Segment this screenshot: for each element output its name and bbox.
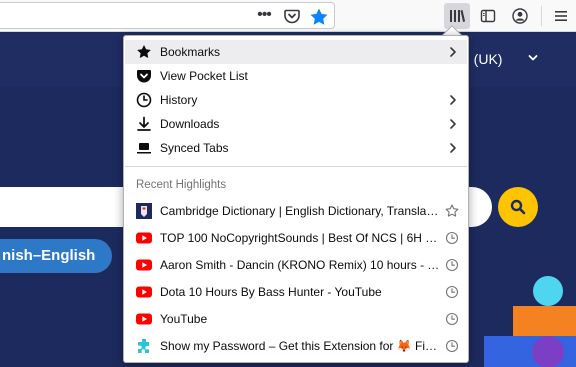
youtube-favicon-icon bbox=[136, 284, 152, 300]
clock-icon bbox=[445, 258, 459, 272]
clock-icon bbox=[445, 231, 459, 245]
highlight-item[interactable]: Aaron Smith - Dancin (KRONO Remix) 10 ho… bbox=[125, 252, 467, 277]
library-icon bbox=[449, 8, 465, 24]
clock-icon bbox=[445, 312, 459, 326]
chevron-down-icon[interactable] bbox=[528, 53, 538, 63]
pocket-icon[interactable] bbox=[284, 8, 300, 24]
menu-item-label: View Pocket List bbox=[160, 69, 248, 83]
toolbar-separator bbox=[541, 6, 542, 26]
hamburger-menu-icon bbox=[553, 8, 569, 24]
chevron-right-icon bbox=[448, 117, 458, 131]
highlight-title: Dota 10 Hours By Bass Hunter - YouTube bbox=[160, 285, 382, 299]
highlight-title: Cambridge Dictionary | English Dictionar… bbox=[160, 204, 440, 218]
recent-highlights-header: Recent Highlights bbox=[136, 179, 227, 191]
library-panel: Bookmarks View Pocket List History Downl… bbox=[123, 35, 469, 363]
menu-item-history[interactable]: History bbox=[125, 88, 467, 112]
account-icon bbox=[512, 8, 528, 24]
panel-separator bbox=[125, 166, 467, 167]
youtube-favicon-icon bbox=[136, 230, 152, 246]
main-menu-button[interactable] bbox=[548, 3, 574, 29]
highlight-item[interactable]: Cambridge Dictionary | English Dictionar… bbox=[125, 198, 467, 223]
ellipsis-icon[interactable]: ••• bbox=[255, 7, 273, 25]
menu-item-label: Downloads bbox=[160, 117, 220, 131]
highlight-title: Aaron Smith - Dancin (KRONO Remix) 10 ho… bbox=[160, 258, 440, 272]
highlight-title: YouTube bbox=[160, 312, 208, 326]
star-outline-icon bbox=[445, 204, 459, 218]
chevron-right-icon bbox=[448, 93, 458, 107]
decorative-circle bbox=[532, 336, 564, 367]
star-icon bbox=[135, 43, 153, 61]
menu-item-bookmarks[interactable]: Bookmarks bbox=[125, 40, 467, 64]
decorative-circle bbox=[533, 276, 563, 306]
menu-item-downloads[interactable]: Downloads bbox=[125, 112, 467, 136]
menu-item-label: History bbox=[160, 93, 198, 107]
chevron-right-icon bbox=[448, 141, 458, 155]
menu-item-label: Bookmarks bbox=[160, 45, 221, 59]
menu-item-pocket-list[interactable]: View Pocket List bbox=[125, 64, 467, 88]
account-button[interactable] bbox=[507, 3, 533, 29]
decorative-block bbox=[513, 306, 576, 338]
menu-item-synced-tabs[interactable]: Synced Tabs bbox=[125, 136, 467, 160]
sidebar-icon bbox=[480, 8, 496, 24]
library-button[interactable] bbox=[444, 3, 470, 29]
clock-icon bbox=[445, 339, 459, 353]
highlight-item[interactable]: TOP 100 NoCopyrightSounds | Best Of NCS … bbox=[125, 225, 467, 250]
search-button[interactable] bbox=[498, 187, 538, 227]
youtube-favicon-icon bbox=[136, 257, 152, 273]
search-icon bbox=[510, 199, 526, 215]
highlight-item[interactable]: Dota 10 Hours By Bass Hunter - YouTube bbox=[125, 279, 467, 304]
star-filled-icon[interactable] bbox=[309, 7, 329, 27]
clock-icon bbox=[445, 285, 459, 299]
dictionary-selector-pill[interactable]: nish–English bbox=[0, 239, 112, 273]
youtube-favicon-icon bbox=[136, 311, 152, 327]
browser-toolbar: ••• bbox=[0, 0, 576, 32]
cambridge-favicon-icon bbox=[136, 203, 152, 219]
clock-icon bbox=[135, 91, 153, 109]
highlight-item[interactable]: Show my Password – Get this Extension fo… bbox=[125, 333, 467, 358]
highlight-title: TOP 100 NoCopyrightSounds | Best Of NCS … bbox=[160, 231, 440, 245]
puzzle-extension-icon bbox=[136, 338, 152, 354]
synced-tabs-icon bbox=[135, 139, 153, 157]
download-arrow-icon bbox=[135, 115, 153, 133]
highlight-title: Show my Password – Get this Extension fo… bbox=[160, 339, 440, 353]
menu-item-label: Synced Tabs bbox=[160, 141, 229, 155]
chevron-right-icon bbox=[448, 45, 458, 59]
sidebar-button[interactable] bbox=[475, 3, 501, 29]
highlight-item[interactable]: YouTube bbox=[125, 306, 467, 331]
pocket-icon bbox=[135, 67, 153, 85]
url-bar[interactable]: ••• bbox=[0, 2, 335, 29]
